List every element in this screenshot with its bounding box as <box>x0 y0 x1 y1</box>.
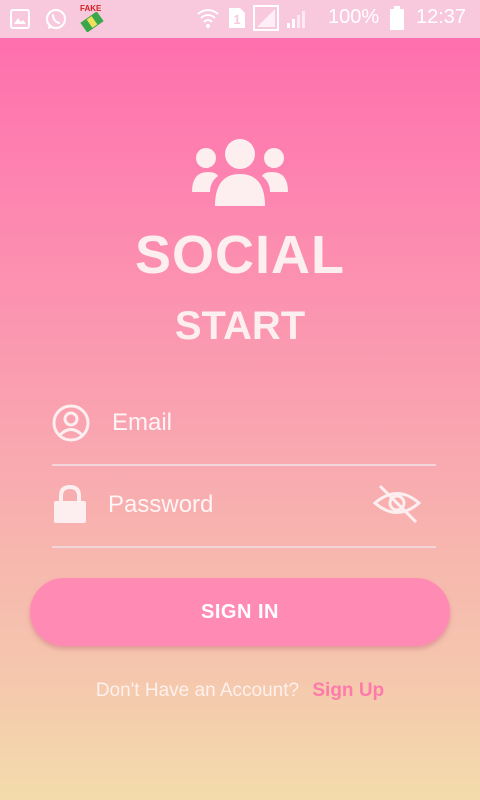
password-underline <box>52 546 436 548</box>
email-input[interactable] <box>112 406 422 440</box>
password-field[interactable] <box>52 478 436 548</box>
svg-text:1: 1 <box>233 12 240 27</box>
signal-icon <box>287 11 305 28</box>
gallery-icon <box>10 9 30 29</box>
whatsapp-icon <box>46 9 66 29</box>
email-underline <box>52 464 436 466</box>
battery-icon <box>390 6 404 30</box>
fake-gps-icon: FAKE <box>80 4 104 32</box>
wifi-icon <box>197 9 219 28</box>
app-title: SOCIAL <box>134 225 345 285</box>
sim-icon: 1 <box>229 8 245 28</box>
clock: 12:37 <box>416 6 467 28</box>
no-signal-icon <box>253 5 279 31</box>
group-icon <box>192 139 288 206</box>
sign-in-button[interactable]: SIGN IN <box>30 578 450 646</box>
status-bar: FAKE 1 100% 12:37 <box>0 0 480 38</box>
email-field[interactable] <box>52 396 436 466</box>
signup-prompt: Don't Have an Account? Sign Up <box>0 680 480 702</box>
lock-icon <box>54 484 86 523</box>
signup-prompt-text: Don't Have an Account? <box>95 680 300 701</box>
eye-off-icon[interactable] <box>372 482 422 524</box>
user-circle-icon <box>52 404 90 442</box>
sign-up-link[interactable]: Sign Up <box>312 680 384 701</box>
password-input[interactable] <box>108 488 358 522</box>
battery-percent: 100% <box>328 6 380 28</box>
app-subtitle: START <box>174 304 306 348</box>
